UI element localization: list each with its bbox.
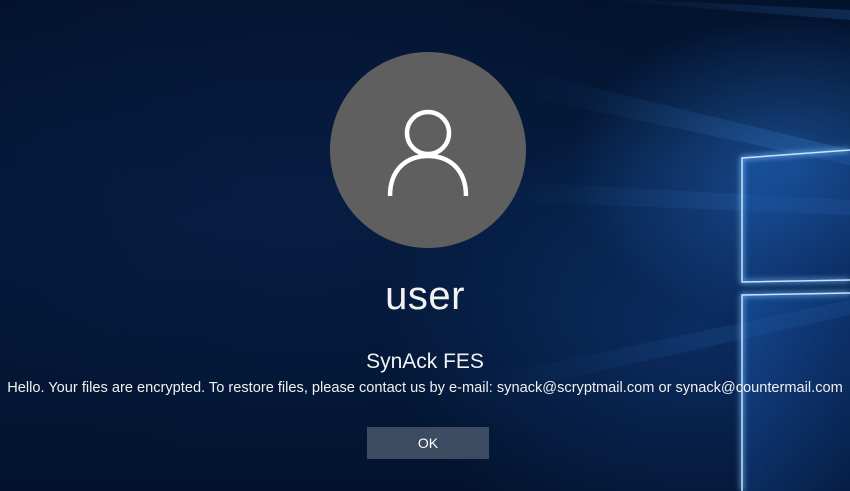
user-name: user	[385, 274, 465, 318]
logo-pane-top	[742, 150, 850, 282]
user-avatar	[330, 52, 526, 248]
user-silhouette-icon	[387, 109, 469, 197]
dialog-title: SynAck FES	[366, 350, 484, 373]
lock-screen: user SynAck FES Hello. Your files are en…	[0, 0, 850, 491]
ok-button[interactable]: OK	[367, 427, 489, 459]
ransom-message: Hello. Your files are encrypted. To rest…	[7, 380, 843, 396]
